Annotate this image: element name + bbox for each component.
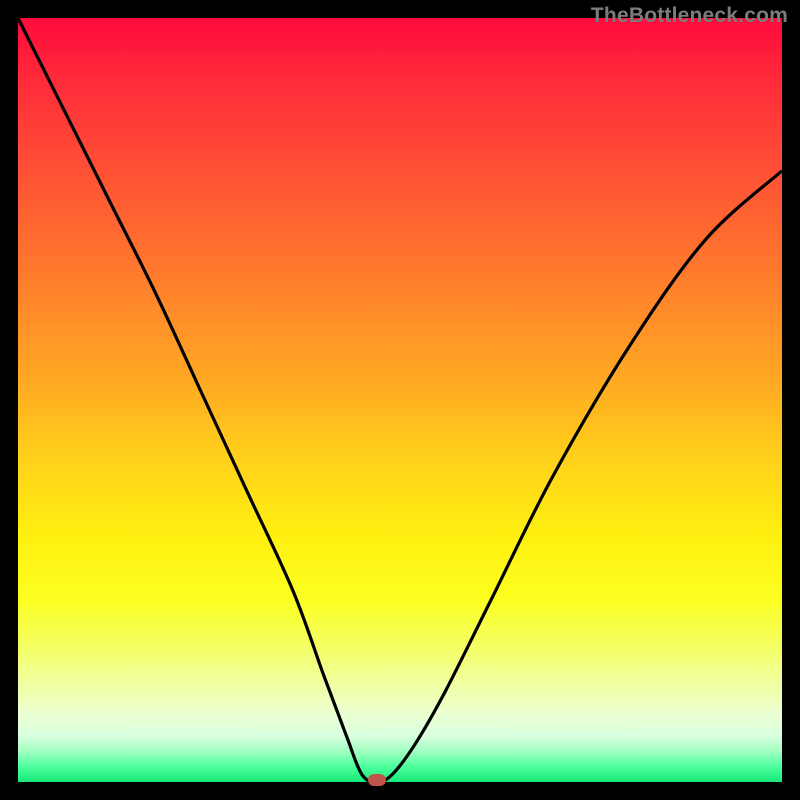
bottleneck-curve <box>18 18 782 782</box>
optimum-marker <box>368 774 386 786</box>
plot-area <box>18 18 782 782</box>
chart-frame: TheBottleneck.com <box>0 0 800 800</box>
watermark-text: TheBottleneck.com <box>591 4 788 28</box>
